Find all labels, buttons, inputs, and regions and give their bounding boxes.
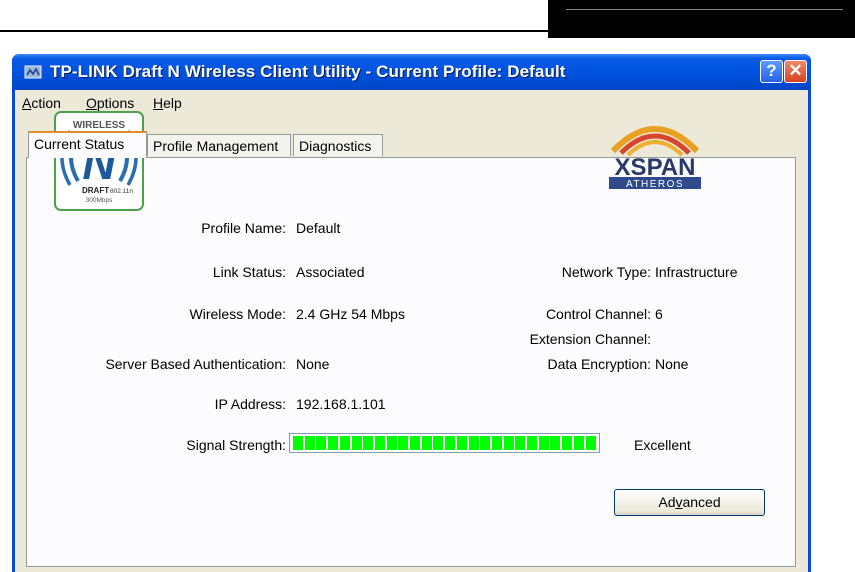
window-title: TP-LINK Draft N Wireless Client Utility … bbox=[50, 62, 566, 81]
signal-segment bbox=[491, 436, 502, 450]
wireless-mode-label: Wireless Mode: bbox=[189, 306, 286, 322]
document-header-rule bbox=[0, 30, 548, 32]
close-button[interactable]: ✕ bbox=[784, 60, 807, 83]
signal-segment bbox=[293, 436, 303, 450]
network-type-value: Infrastructure bbox=[655, 264, 738, 280]
xspan-atheros-logo: XSPAN ATHEROS bbox=[609, 126, 701, 189]
wireless-logo-speed: 300Mbps bbox=[86, 197, 113, 204]
document-header-block bbox=[548, 0, 855, 38]
wireless-logo-top-text: WIRELESS bbox=[73, 120, 126, 131]
advanced-button[interactable]: Advanced bbox=[614, 489, 765, 516]
profile-name-label: Profile Name: bbox=[201, 220, 286, 236]
signal-segment bbox=[351, 436, 362, 450]
signal-segment bbox=[573, 436, 584, 450]
signal-segment bbox=[445, 436, 456, 450]
control-channel-label: Control Channel: bbox=[545, 306, 651, 322]
menu-help[interactable]: Help bbox=[153, 95, 182, 111]
server-auth-label: Server Based Authentication: bbox=[105, 356, 286, 372]
signal-segment bbox=[515, 436, 526, 450]
signal-segment bbox=[585, 436, 596, 450]
signal-segment bbox=[503, 436, 514, 450]
app-icon bbox=[24, 65, 42, 79]
signal-segment bbox=[363, 436, 374, 450]
signal-segment bbox=[410, 436, 420, 450]
data-encryption-label: Data Encryption: bbox=[547, 356, 652, 372]
ip-address-value: 192.168.1.101 bbox=[296, 396, 386, 412]
signal-segment bbox=[550, 436, 561, 450]
tab-current-status[interactable]: Current Status bbox=[28, 131, 147, 158]
signal-segment bbox=[374, 436, 385, 450]
tab-profile-management[interactable]: Profile Management bbox=[147, 134, 291, 156]
title-bar[interactable]: TP-LINK Draft N Wireless Client Utility … bbox=[12, 54, 811, 90]
network-type-label: Network Type: bbox=[561, 264, 651, 280]
wireless-logo-std: 802.11n bbox=[110, 188, 133, 195]
wireless-n-logo-graphic: WIRELESS N DRAFT 802.11n 300Mbps bbox=[60, 120, 138, 204]
signal-segment bbox=[328, 436, 339, 450]
menu-action[interactable]: Action bbox=[22, 95, 61, 111]
signal-segment bbox=[562, 436, 573, 450]
signal-segment bbox=[398, 436, 409, 450]
signal-strength-text: Excellent bbox=[634, 437, 691, 453]
server-auth-value: None bbox=[296, 356, 330, 372]
signal-segment bbox=[421, 436, 432, 450]
signal-segment bbox=[480, 436, 491, 450]
signal-segment bbox=[538, 436, 549, 450]
xspan-word: XSPAN bbox=[615, 154, 696, 181]
link-status-label: Link Status: bbox=[212, 264, 286, 280]
ip-address-label: IP Address: bbox=[214, 396, 286, 412]
signal-segment bbox=[386, 436, 397, 450]
tab-diagnostics[interactable]: Diagnostics bbox=[293, 134, 383, 156]
signal-strength-label: Signal Strength: bbox=[186, 437, 286, 453]
signal-segment bbox=[527, 436, 537, 450]
menu-options[interactable]: Options bbox=[86, 95, 134, 111]
wireless-mode-value: 2.4 GHz 54 Mbps bbox=[296, 306, 405, 322]
data-encryption-value: None bbox=[655, 356, 689, 372]
link-status-value: Associated bbox=[296, 264, 365, 280]
control-channel-value: 6 bbox=[655, 306, 663, 322]
signal-strength-bar bbox=[289, 433, 600, 453]
signal-segment bbox=[304, 436, 315, 450]
signal-segment bbox=[456, 436, 467, 450]
signal-segment bbox=[339, 436, 350, 450]
help-button[interactable]: ? bbox=[760, 60, 783, 83]
wireless-n-logo: WIRELESS N DRAFT 802.11n 300Mbps bbox=[54, 111, 144, 211]
wireless-logo-draft: DRAFT bbox=[82, 186, 109, 195]
extension-channel-label: Extension Channel: bbox=[529, 331, 651, 347]
signal-segment bbox=[316, 436, 327, 450]
profile-name-value: Default bbox=[296, 220, 341, 236]
signal-segment bbox=[433, 436, 444, 450]
atheros-word: ATHEROS bbox=[626, 179, 684, 189]
signal-segment bbox=[468, 436, 479, 450]
